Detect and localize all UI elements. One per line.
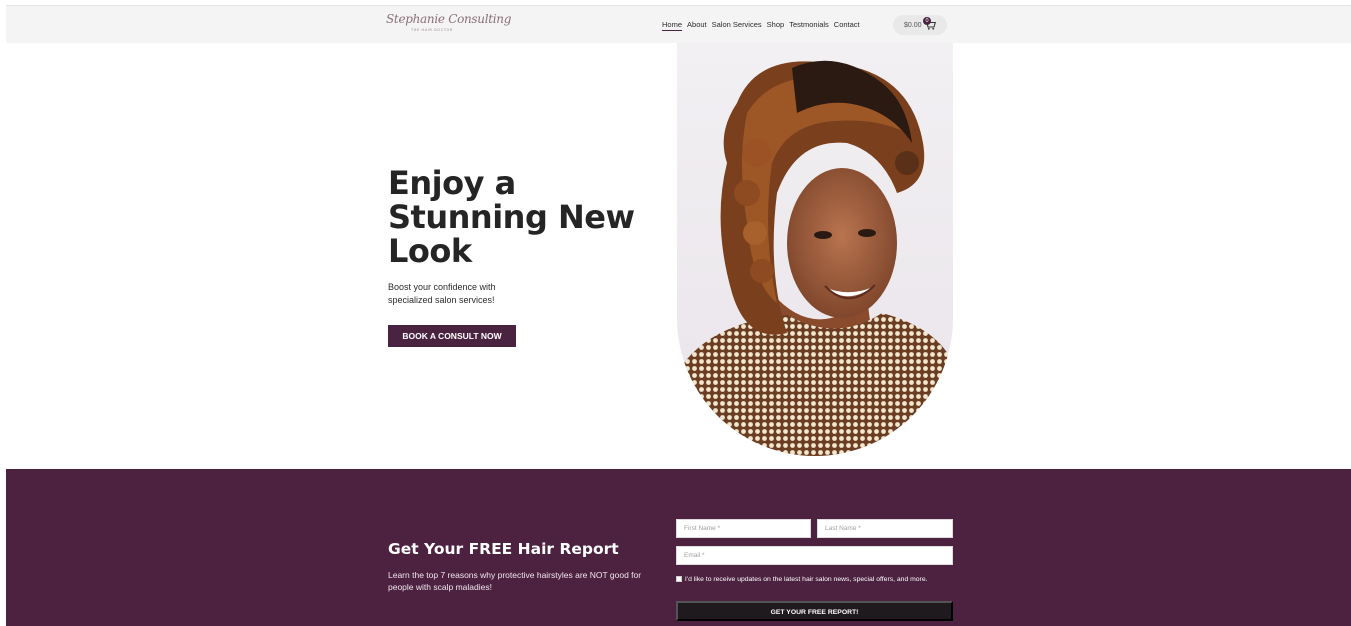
browser-viewport: Stephanie Consulting THE HAIR DOCTOR Hom… [6, 5, 1351, 626]
hero-title: Enjoy a Stunning New Look [388, 164, 635, 270]
site-header: Stephanie Consulting THE HAIR DOCTOR Hom… [6, 6, 1351, 43]
cart-count-badge: 0 [923, 17, 931, 25]
page: Stephanie Consulting THE HAIR DOCTOR Hom… [0, 0, 1351, 626]
consent-row: I'd like to receive updates on the lates… [676, 574, 954, 586]
cart-button[interactable]: $0.00 [893, 15, 947, 35]
main-nav: Home About Salon Services Shop Testmonia… [662, 20, 860, 31]
nav-item-home[interactable]: Home [662, 20, 683, 31]
logo-script-text: Stephanie Consulting [386, 12, 512, 26]
email-field[interactable]: Email * [676, 546, 953, 565]
report-description: Learn the top 7 reasons why protective h… [388, 570, 642, 592]
report-title: Get Your FREE Hair Report [388, 540, 619, 558]
hero-portrait-image [677, 43, 953, 456]
nav-item-about[interactable]: About [687, 20, 707, 31]
consent-label: I'd like to receive updates on the lates… [684, 576, 928, 583]
nav-item-contact[interactable]: Contact [834, 20, 860, 31]
logo-tagline: THE HAIR DOCTOR [411, 28, 453, 32]
nav-item-testimonials[interactable]: Testmonials [789, 20, 829, 31]
first-name-field[interactable]: First Name * [676, 519, 811, 538]
last-name-field[interactable]: Last Name * [817, 519, 953, 538]
cart-amount: $0.00 [904, 21, 922, 29]
get-report-button[interactable]: GET YOUR FREE REPORT! [676, 601, 953, 621]
nav-item-salon-services[interactable]: Salon Services [712, 20, 762, 31]
nav-item-shop[interactable]: Shop [767, 20, 785, 31]
site-logo[interactable]: Stephanie Consulting THE HAIR DOCTOR [386, 11, 512, 39]
hero-subtitle: Boost your confidence with specialized s… [388, 282, 496, 305]
consent-checkbox[interactable] [676, 576, 682, 583]
book-consult-button[interactable]: BOOK A CONSULT NOW [388, 325, 516, 347]
